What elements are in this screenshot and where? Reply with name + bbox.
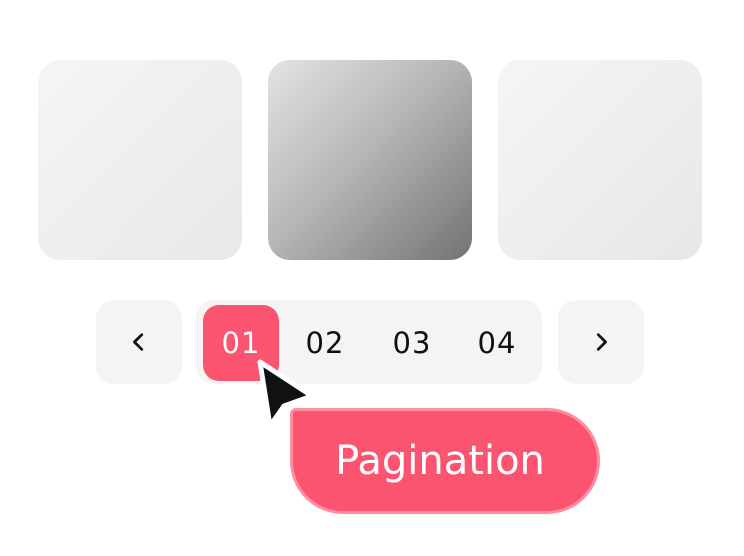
gallery-card-3[interactable] bbox=[498, 60, 702, 260]
gallery-card-1[interactable] bbox=[38, 60, 242, 260]
page-button-03[interactable]: 03 bbox=[374, 305, 450, 381]
pagination-label-tooltip: Pagination bbox=[290, 408, 600, 514]
chevron-right-icon bbox=[596, 333, 607, 351]
tooltip-text: Pagination bbox=[335, 438, 545, 484]
gallery-card-2-active[interactable] bbox=[268, 60, 472, 260]
next-page-button[interactable] bbox=[558, 300, 644, 384]
chevron-left-icon bbox=[133, 333, 144, 351]
pagination-demo: 01 02 03 04 Pagination bbox=[0, 0, 744, 556]
page-list: 01 02 03 04 bbox=[196, 300, 542, 384]
previous-page-button[interactable] bbox=[96, 300, 182, 384]
page-button-04[interactable]: 04 bbox=[459, 305, 535, 381]
